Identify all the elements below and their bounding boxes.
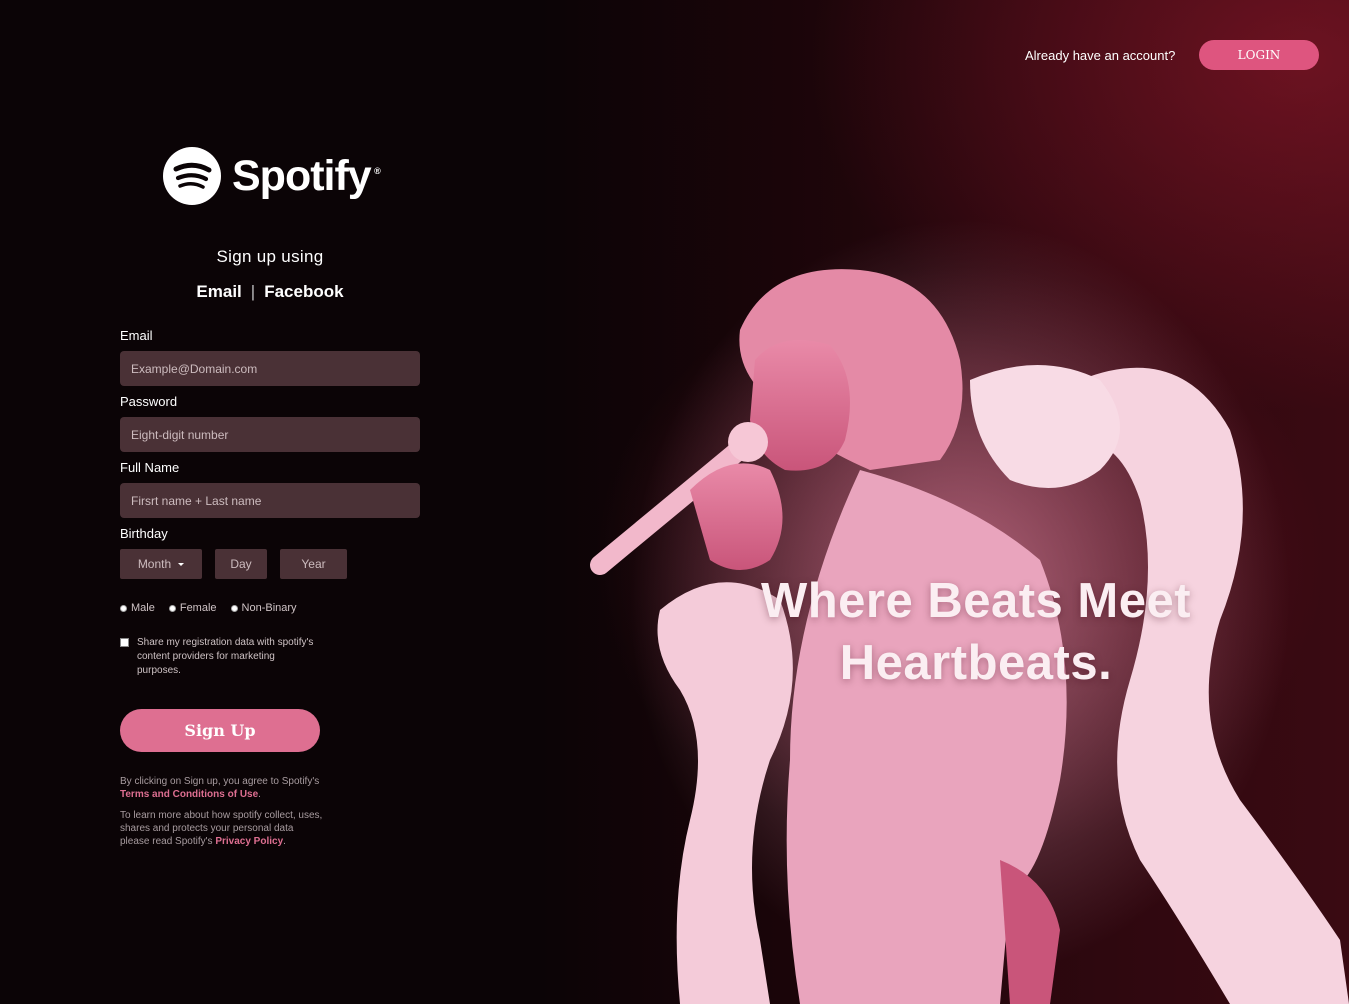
gender-options: Male Female Non-Binary — [120, 602, 297, 614]
email-method-link[interactable]: Email — [196, 282, 241, 301]
gender-label: Non-Binary — [241, 602, 297, 614]
gender-option-female[interactable]: Female — [168, 602, 217, 614]
privacy-policy-link[interactable]: Privacy Policy — [215, 836, 283, 847]
password-label: Password — [120, 394, 178, 409]
share-data-label: Share my registration data with spotify'… — [137, 637, 314, 676]
chevron-down-icon — [178, 562, 185, 566]
gender-option-non-binary[interactable]: Non-Binary — [230, 602, 297, 614]
performer-illustration — [590, 220, 1349, 1004]
gender-label: Female — [179, 602, 217, 614]
spotify-logo: Spotify ® — [163, 147, 381, 205]
password-field[interactable] — [120, 417, 420, 452]
facebook-method-link[interactable]: Facebook — [264, 282, 343, 301]
birth-year-placeholder: Year — [301, 557, 326, 571]
radio-button[interactable] — [230, 604, 238, 612]
birth-year-field[interactable]: Year — [280, 549, 347, 579]
hero-headline-line-2: Heartbeats. — [839, 636, 1113, 690]
method-separator: | — [250, 282, 256, 301]
full-name-field[interactable] — [120, 483, 420, 518]
signup-panel: Spotify ® Sign up using Email | Facebook Em… — [0, 0, 540, 1004]
hero-headline: Where Beats Meet Heartbeats. — [676, 570, 1276, 694]
birth-month-select[interactable]: Month — [120, 549, 202, 579]
registered-mark: ® — [374, 165, 381, 176]
email-label: Email — [120, 328, 153, 343]
privacy-notice: To learn more about how spotify collect,… — [120, 810, 323, 847]
hero-image — [540, 0, 1349, 1004]
signup-methods: Email | Facebook — [120, 282, 420, 302]
sign-up-button[interactable]: Sign Up — [120, 709, 320, 752]
gender-option-male[interactable]: Male — [120, 602, 155, 614]
share-data-option: Share my registration data with spotify'… — [120, 636, 317, 678]
radio-button[interactable] — [120, 604, 127, 612]
birth-month-value: Month — [137, 557, 172, 571]
terms-notice: By clicking on Sign up, you agree to Spo… — [120, 776, 320, 800]
birth-day-placeholder: Day — [230, 557, 252, 571]
share-data-checkbox[interactable] — [120, 638, 129, 647]
spotify-logo-icon — [163, 147, 221, 205]
radio-button[interactable] — [168, 604, 176, 612]
login-button[interactable]: LOGIN — [1199, 40, 1319, 70]
birth-day-field[interactable]: Day — [215, 549, 267, 579]
brand-name: Spotify ® — [232, 151, 381, 200]
birthday-label: Birthday — [120, 526, 168, 541]
full-name-label: Full Name — [120, 460, 180, 475]
already-account-text: Already have an account? — [1025, 48, 1176, 63]
signup-heading: Sign up using — [216, 247, 324, 266]
terms-link[interactable]: Terms and Conditions of Use — [120, 789, 258, 800]
hero-headline-line-1: Where Beats Meet — [760, 574, 1192, 628]
email-field[interactable] — [120, 351, 420, 386]
gender-label: Male — [131, 602, 155, 614]
